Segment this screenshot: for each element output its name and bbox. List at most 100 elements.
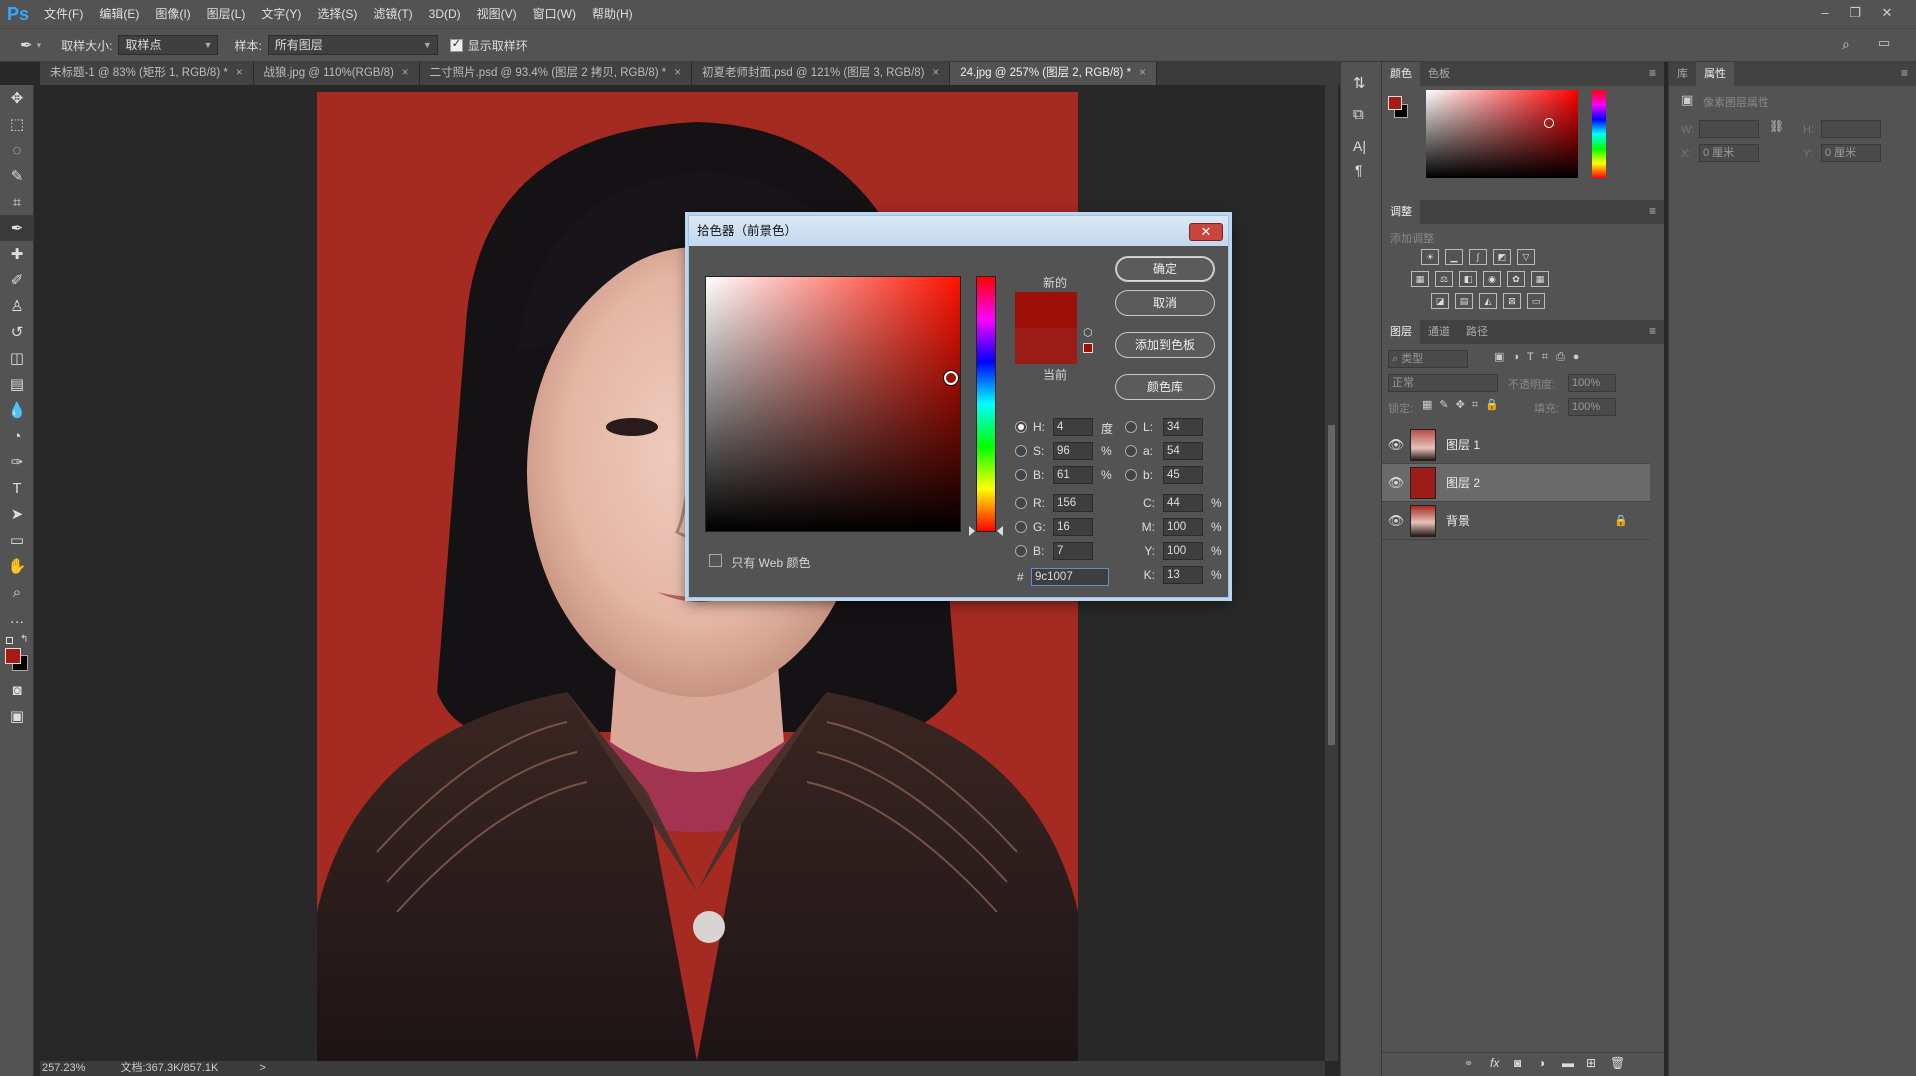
- vertical-scrollbar[interactable]: [1325, 85, 1338, 1061]
- b-radio[interactable]: [1015, 469, 1027, 481]
- hand-tool-icon[interactable]: ✋: [0, 553, 34, 579]
- eyedropper-tool-icon[interactable]: ✒: [0, 215, 34, 241]
- close-icon[interactable]: ×: [402, 67, 409, 79]
- sample-select[interactable]: 所有图层 ▼: [267, 35, 438, 55]
- a-input[interactable]: 54: [1163, 442, 1203, 460]
- add-mask-icon[interactable]: ◙: [1514, 1056, 1521, 1070]
- tab-untitled[interactable]: 未标题-1 @ 83% (矩形 1, RGB/8) * ×: [40, 62, 254, 85]
- photo-filter-icon[interactable]: ◉: [1483, 271, 1501, 287]
- minimize-icon[interactable]: –: [1812, 0, 1838, 28]
- screen-mode-icon[interactable]: ▣: [0, 703, 34, 729]
- h-input[interactable]: [1821, 120, 1881, 138]
- b-input[interactable]: 61: [1053, 466, 1093, 484]
- m-input[interactable]: 100: [1163, 518, 1203, 536]
- dialog-close-button[interactable]: ✕: [1189, 223, 1223, 241]
- history-brush-icon[interactable]: ↺: [0, 319, 34, 345]
- new-group-icon[interactable]: ▬: [1562, 1056, 1574, 1070]
- close-icon[interactable]: ×: [674, 67, 681, 79]
- more-tools-icon[interactable]: …: [0, 605, 34, 631]
- l-radio[interactable]: [1125, 421, 1137, 433]
- swap-colors-icon[interactable]: ↰: [20, 634, 28, 645]
- r-radio[interactable]: [1015, 497, 1027, 509]
- threshold-icon[interactable]: ◭: [1479, 293, 1497, 309]
- paragraph-icon[interactable]: ¶: [1355, 162, 1363, 178]
- healing-tool-icon[interactable]: ✚: [0, 241, 34, 267]
- add-to-swatches-button[interactable]: 添加到色板: [1115, 332, 1215, 358]
- tab-channels[interactable]: 通道: [1420, 320, 1458, 344]
- new-layer-icon[interactable]: ⊞: [1586, 1056, 1596, 1070]
- rgb-b-radio[interactable]: [1015, 545, 1027, 557]
- marquee-tool-icon[interactable]: ⬚: [0, 111, 34, 137]
- tab-properties[interactable]: 属性: [1696, 62, 1734, 86]
- pen-tool-icon[interactable]: ✑: [0, 449, 34, 475]
- channel-mixer-icon[interactable]: ✿: [1507, 271, 1525, 287]
- tab-color[interactable]: 颜色: [1382, 62, 1420, 86]
- scroll-thumb[interactable]: [1328, 425, 1335, 745]
- close-icon[interactable]: ×: [933, 67, 940, 79]
- link-layers-icon[interactable]: ⚭: [1464, 1057, 1473, 1070]
- vibrance-icon[interactable]: ▽: [1517, 249, 1535, 265]
- default-colors-icon[interactable]: [6, 637, 13, 644]
- y-input[interactable]: 0 厘米: [1821, 144, 1881, 162]
- tab-adjustments[interactable]: 调整: [1382, 200, 1420, 224]
- lasso-tool-icon[interactable]: ◌: [0, 137, 34, 163]
- menu-window[interactable]: 窗口(W): [525, 0, 584, 28]
- stamp-tool-icon[interactable]: ♙: [0, 293, 34, 319]
- eye-icon[interactable]: 👁: [1382, 513, 1410, 529]
- lock-icons[interactable]: ▦✎✥⌗🔒: [1422, 398, 1506, 412]
- new-adjustment-icon[interactable]: ◑: [1538, 1056, 1545, 1070]
- eye-icon[interactable]: 👁: [1382, 437, 1410, 453]
- layer-filter-icons[interactable]: ▣◑T⌗⎙●: [1494, 350, 1587, 364]
- clone-source-icon[interactable]: ⧉: [1353, 106, 1364, 123]
- color-libraries-button[interactable]: 颜色库: [1115, 374, 1215, 400]
- menu-edit[interactable]: 编辑(E): [91, 0, 147, 28]
- levels-icon[interactable]: ▁: [1445, 249, 1463, 265]
- tab-layers[interactable]: 图层: [1382, 320, 1420, 344]
- layer-filter-select[interactable]: ⌕ 类型: [1388, 350, 1468, 368]
- tab-swatches[interactable]: 色板: [1420, 62, 1458, 86]
- menu-layer[interactable]: 图层(L): [199, 0, 254, 28]
- h-radio[interactable]: [1015, 421, 1027, 433]
- status-arrow-icon[interactable]: >: [259, 1062, 265, 1074]
- eyedropper-icon[interactable]: ✒: [20, 36, 33, 54]
- menu-3d[interactable]: 3D(D): [421, 0, 469, 28]
- gradient-map-icon[interactable]: ▭: [1527, 293, 1545, 309]
- rgb-b-input[interactable]: 7: [1053, 542, 1093, 560]
- curves-icon[interactable]: ∫: [1469, 249, 1487, 265]
- layer-row-background[interactable]: 👁 背景 🔒: [1382, 502, 1650, 540]
- history-icon[interactable]: ⇅: [1353, 74, 1366, 92]
- workspace-icon[interactable]: ▭: [1878, 35, 1890, 51]
- quick-mask-icon[interactable]: ◙: [0, 677, 34, 703]
- quick-select-tool-icon[interactable]: ✎: [0, 163, 34, 189]
- g-input[interactable]: 16: [1053, 518, 1093, 536]
- menu-type[interactable]: 文字(Y): [253, 0, 309, 28]
- tool-preset-chevron-icon[interactable]: ▾: [37, 40, 42, 51]
- move-tool-icon[interactable]: ✥: [0, 85, 34, 111]
- s-radio[interactable]: [1015, 445, 1027, 457]
- close-icon[interactable]: ×: [236, 67, 243, 79]
- g-radio[interactable]: [1015, 521, 1027, 533]
- hue-saturation-icon[interactable]: ▦: [1411, 271, 1429, 287]
- hue-slider[interactable]: [976, 276, 996, 532]
- foreground-color-swatch[interactable]: [5, 648, 21, 664]
- tab-cover-psd[interactable]: 初夏老师封面.psd @ 121% (图层 3, RGB/8) ×: [691, 62, 951, 85]
- blend-mode-select[interactable]: 正常: [1388, 374, 1498, 392]
- exposure-icon[interactable]: ◩: [1493, 249, 1511, 265]
- a-radio[interactable]: [1125, 445, 1137, 457]
- menu-file[interactable]: 文件(F): [36, 0, 91, 28]
- layer-row-1[interactable]: 👁 图层 1: [1382, 426, 1650, 464]
- brightness-icon[interactable]: ☀: [1421, 249, 1439, 265]
- w-input[interactable]: [1699, 120, 1759, 138]
- web-only-checkbox[interactable]: [709, 554, 722, 567]
- c-input[interactable]: 44: [1163, 494, 1203, 512]
- color-lookup-icon[interactable]: ▦: [1531, 271, 1549, 287]
- tab-libraries[interactable]: 库: [1669, 62, 1696, 86]
- out-of-gamut-icon[interactable]: ⬡: [1083, 326, 1093, 339]
- gradient-tool-icon[interactable]: ▤: [0, 371, 34, 397]
- eye-icon[interactable]: 👁: [1382, 475, 1410, 491]
- eraser-tool-icon[interactable]: ◫: [0, 345, 34, 371]
- h-input[interactable]: 4: [1053, 418, 1093, 436]
- panel-color-field[interactable]: [1426, 90, 1578, 178]
- search-icon[interactable]: ⌕: [1842, 36, 1850, 53]
- ok-button[interactable]: 确定: [1115, 256, 1215, 282]
